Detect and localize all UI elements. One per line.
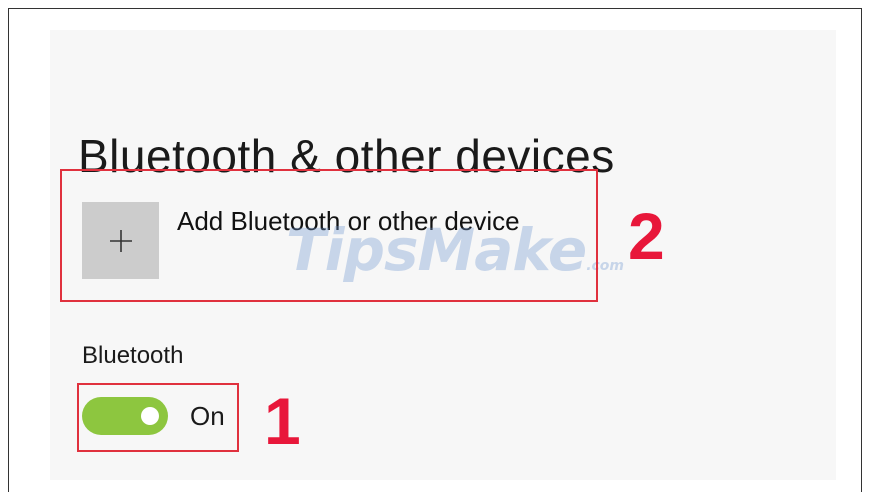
- step-number-2: 2: [628, 199, 665, 273]
- highlight-box-toggle: [77, 383, 239, 452]
- highlight-box-add-device: [60, 169, 598, 302]
- bluetooth-section-label: Bluetooth: [82, 342, 184, 369]
- step-number-1: 1: [264, 384, 301, 458]
